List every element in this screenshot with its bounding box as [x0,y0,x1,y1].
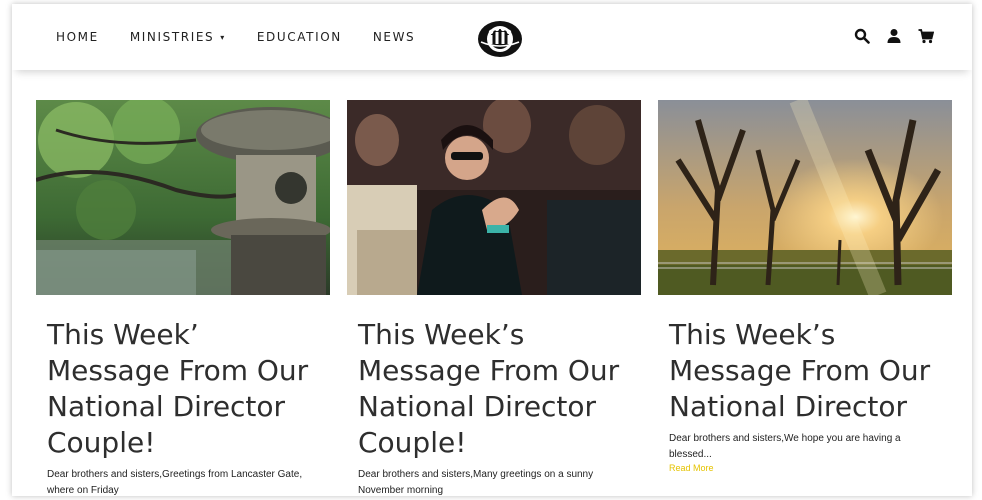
post-excerpt: Dear brothers and sisters,Many greetings… [358,469,594,496]
cart-icon[interactable] [918,28,934,44]
nav-ministries[interactable]: MINISTRIES ▾ [130,30,226,44]
news-card[interactable]: This Week’s Message From Our National Di… [347,100,641,496]
news-card[interactable]: This Week’s Message From Our National Di… [658,100,952,496]
post-title[interactable]: This Week’ Message From Our National Dir… [47,317,327,461]
nav-education[interactable]: EDUCATION [257,30,342,44]
post-excerpt: Dear brothers and sisters,Greetings from… [47,469,303,496]
user-icon[interactable] [886,28,902,44]
nav-menu: HOME MINISTRIES ▾ EDUCATION NEWS [56,30,415,44]
sunrise-trees-photo[interactable] [658,100,952,295]
post-title[interactable]: This Week’s Message From Our National Di… [358,317,638,461]
nav-home-label: HOME [56,30,99,44]
nav-news-label: NEWS [372,30,416,44]
nav-home[interactable]: HOME [56,30,99,44]
post-excerpt: Dear brothers and sisters,We hope you ar… [669,433,901,460]
woman-applauding-photo[interactable] [347,100,641,295]
nav-education-label: EDUCATION [256,30,342,44]
news-card[interactable]: This Week’ Message From Our National Dir… [36,100,330,496]
garden-stone-lantern-photo[interactable] [36,100,330,295]
nav-icons [854,28,934,44]
chevron-down-icon: ▾ [220,32,226,42]
page-frame: HOME MINISTRIES ▾ EDUCATION NEWS This We… [12,4,972,496]
search-icon[interactable] [854,28,870,44]
nav-ministries-label: MINISTRIES [129,30,215,44]
site-logo[interactable] [477,20,523,58]
read-more-link[interactable]: Read More [669,463,952,473]
top-navbar: HOME MINISTRIES ▾ EDUCATION NEWS [12,4,972,70]
nav-news[interactable]: NEWS [373,30,415,44]
post-title[interactable]: This Week’s Message From Our National Di… [669,317,949,425]
